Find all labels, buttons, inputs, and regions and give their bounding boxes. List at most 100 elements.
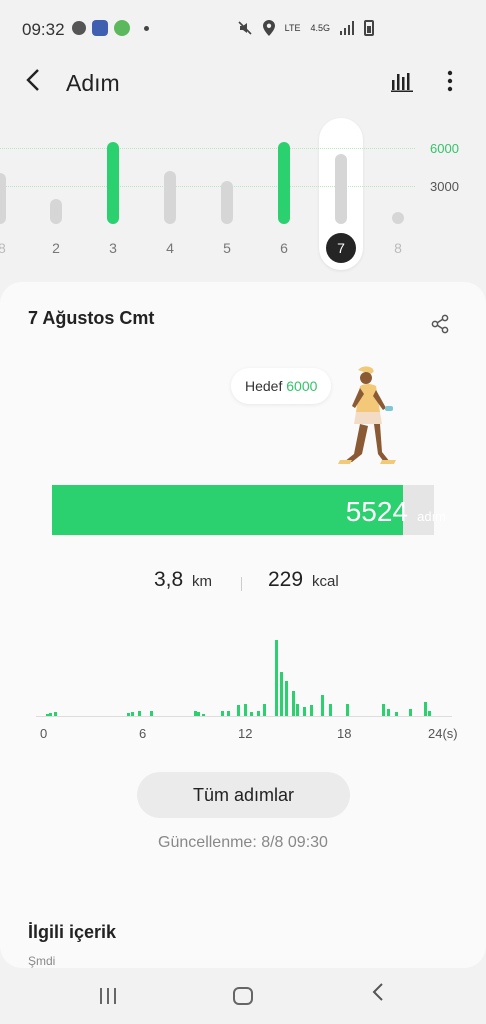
hourly-steps-chart: 0 6 12 18 24(s) (36, 622, 458, 742)
recent-apps-icon[interactable] (98, 988, 118, 1004)
hourly-bar (197, 712, 201, 716)
distance-unit: km (192, 573, 212, 590)
mid-line (0, 186, 415, 187)
signal-icon (340, 21, 354, 35)
calendar-notification-icon (92, 20, 108, 36)
hourly-bar (296, 703, 300, 716)
all-steps-button[interactable]: Tüm adımlar (137, 772, 350, 818)
hourly-bar (309, 705, 313, 716)
status-bar: 09:32 LTE 4.5G (0, 0, 486, 60)
hourly-tick-label: 24(s) (428, 726, 458, 741)
more-options-icon[interactable] (447, 70, 453, 92)
hourly-bar (428, 710, 432, 716)
hourly-bar (237, 705, 241, 716)
day-label[interactable]: 2 (41, 240, 71, 256)
calories-unit: kcal (312, 573, 339, 590)
hourly-bar (243, 703, 247, 716)
hourly-bar (48, 713, 52, 716)
back-button[interactable] (26, 68, 40, 98)
location-icon (262, 20, 275, 36)
hourly-bar (321, 694, 325, 716)
hourly-bar (263, 703, 267, 716)
day-label[interactable]: 4 (155, 240, 185, 256)
day-summary-card: 7 Ağustos Cmt Hedef 6000 5524 adım 3,8 k… (0, 282, 486, 968)
goal-axis-label: 6000 (430, 141, 459, 156)
app-bar: Adım (0, 60, 486, 110)
hourly-bar (423, 701, 427, 716)
goal-line (0, 148, 415, 149)
home-icon[interactable] (233, 987, 253, 1005)
more-notifications-dot-icon (144, 25, 149, 31)
hourly-bar (138, 710, 142, 716)
hourly-bar (284, 680, 288, 716)
hourly-bar (303, 707, 307, 716)
mute-icon (238, 21, 252, 35)
hourly-bar (250, 712, 254, 716)
share-icon[interactable] (430, 314, 450, 334)
status-time: 09:32 (22, 20, 65, 39)
hourly-bar (149, 710, 153, 716)
hourly-tick-label: 18 (337, 726, 352, 741)
day-bar[interactable] (0, 173, 6, 224)
bar-chart-icon[interactable] (391, 72, 413, 92)
day-bar[interactable] (107, 141, 119, 224)
system-icons: LTE 4.5G (237, 20, 374, 36)
day-bar[interactable] (278, 141, 290, 224)
navigation-bar (0, 968, 486, 1024)
battery-icon (364, 20, 374, 36)
page-title: Adım (66, 70, 120, 96)
related-content-subtitle: Şmdi (28, 954, 56, 968)
goal-value: 6000 (286, 378, 318, 394)
hourly-baseline (36, 716, 452, 717)
calories-value: 229 (268, 568, 304, 591)
hourly-tick-label: 12 (238, 726, 253, 741)
goal-bubble: Hedef 6000 (231, 368, 332, 404)
hourly-bar (202, 714, 206, 716)
hourly-bar (220, 710, 224, 716)
notification-icons (72, 20, 149, 36)
related-content-title: İlgili içerik (28, 922, 117, 942)
hourly-tick-label: 6 (139, 726, 147, 741)
day-label[interactable]: 5 (212, 240, 242, 256)
steps-unit: adım (417, 509, 446, 524)
stats-row: 3,8 km 229 kcal (0, 568, 486, 600)
nav-back-icon[interactable] (372, 982, 384, 1007)
day-label[interactable]: /8 (0, 240, 15, 256)
day-label[interactable]: 3 (98, 240, 128, 256)
stats-divider (241, 577, 242, 591)
hourly-bar (131, 712, 135, 716)
chevron-left-icon (26, 69, 39, 91)
hourly-bar (387, 708, 391, 716)
day-label[interactable]: 6 (269, 240, 299, 256)
walking-person-illustration (338, 366, 396, 464)
hourly-bar (279, 672, 283, 716)
home-notification-icon (114, 20, 130, 36)
lte-label: LTE (284, 23, 301, 33)
day-date: 7 Ağustos Cmt (28, 308, 155, 328)
day-bar[interactable] (335, 154, 347, 224)
app-notification-icon (72, 21, 86, 35)
goal-label: Hedef (245, 378, 283, 394)
day-bar[interactable] (50, 198, 62, 224)
hourly-bar (126, 713, 130, 716)
mid-axis-label: 3000 (430, 179, 459, 194)
day-bar[interactable] (392, 212, 404, 224)
selected-day-badge[interactable]: 7 (326, 233, 356, 263)
weekly-steps-chart: 6000 3000 /8 2 3 4 5 6 8 7 (0, 118, 486, 278)
hourly-bar (408, 708, 412, 716)
hourly-bar (53, 712, 57, 716)
hourly-bar (291, 691, 295, 716)
hourly-bar (382, 703, 386, 716)
network-label: 4.5G (310, 23, 330, 33)
hourly-bar (227, 710, 231, 716)
hourly-tick-label: 0 (40, 726, 48, 741)
day-label[interactable]: 8 (383, 240, 413, 256)
day-bar[interactable] (164, 170, 176, 224)
hourly-bar (345, 703, 349, 716)
distance-value: 3,8 (154, 568, 184, 591)
updated-timestamp: Güncellenme: 8/8 09:30 (158, 834, 328, 851)
day-bar[interactable] (221, 180, 233, 224)
hourly-bar (329, 703, 333, 716)
hourly-bar (395, 712, 399, 716)
hourly-bar (256, 710, 260, 716)
